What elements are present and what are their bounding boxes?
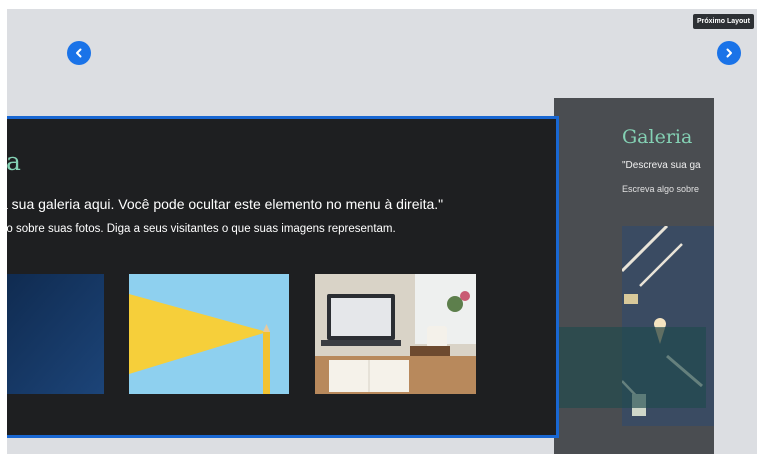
chevron-right-icon xyxy=(726,48,732,58)
next-gallery-description: "Descreva sua ga xyxy=(622,160,701,171)
gallery-photo xyxy=(129,274,289,394)
previous-layout-button[interactable] xyxy=(67,41,91,65)
gallery-description: a sua galeria aqui. Você pode ocultar es… xyxy=(7,196,444,212)
gallery-title: ia xyxy=(7,147,21,176)
gallery-photo xyxy=(315,274,476,394)
chevron-left-icon xyxy=(76,48,82,58)
gallery-subtext: go sobre suas fotos. Diga a seus visitan… xyxy=(7,223,396,235)
next-gallery-title: Galeria xyxy=(622,126,693,148)
selection-overlay xyxy=(554,327,706,408)
next-layout-preview[interactable]: Galeria "Descreva sua ga Escreva algo so… xyxy=(554,98,714,454)
current-layout-preview[interactable]: ia a sua galeria aqui. Você pode ocultar… xyxy=(7,116,559,438)
next-layout-tooltip: Próximo Layout xyxy=(693,14,754,29)
next-gallery-subtext: Escreva algo sobre xyxy=(622,184,700,194)
gallery-photo xyxy=(7,274,104,394)
next-layout-button[interactable] xyxy=(717,41,741,65)
layout-carousel: Próximo Layout Galeria "Descreva sua ga … xyxy=(7,9,757,454)
